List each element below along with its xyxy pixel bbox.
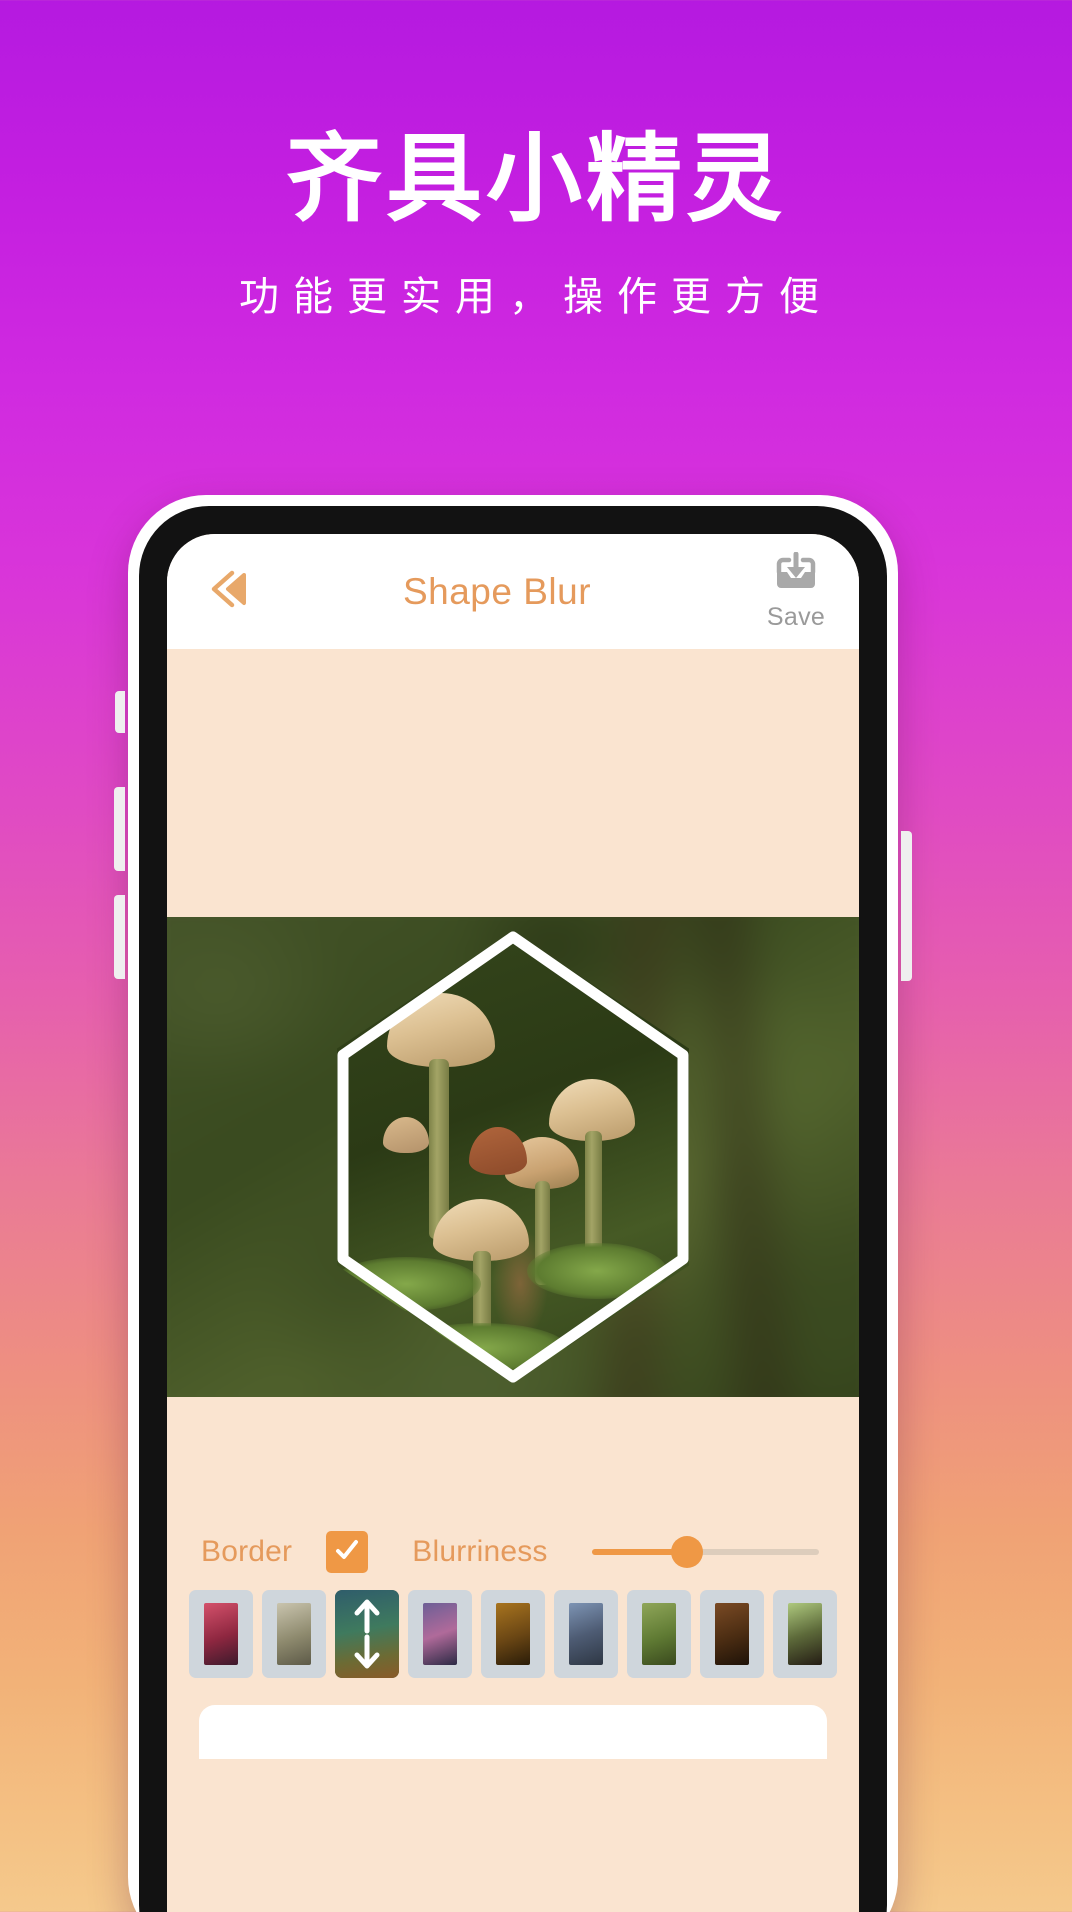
phone-volume-down-button[interactable] — [114, 895, 125, 979]
promo-title: 齐具小精灵 — [286, 126, 786, 233]
shape-thumbnail-strip[interactable] — [167, 1587, 859, 1681]
checkmark-icon — [333, 1536, 361, 1569]
blurriness-slider[interactable] — [591, 1531, 819, 1573]
shape-thumb-image — [423, 1603, 457, 1665]
shape-thumb-1[interactable] — [262, 1590, 326, 1678]
border-checkbox[interactable] — [326, 1531, 369, 1573]
shape-thumb-image — [715, 1603, 749, 1665]
shape-thumb-image — [277, 1603, 311, 1665]
phone-mute-switch[interactable] — [115, 691, 125, 733]
phone-power-button[interactable] — [901, 831, 912, 981]
shape-thumb-2[interactable] — [335, 1590, 399, 1678]
phone-screen: Shape Blur Save Border Blurriness — [167, 534, 859, 1912]
promo-subtitle: 功能更实用，操作更方便 — [239, 274, 833, 319]
slider-thumb[interactable] — [671, 1536, 704, 1568]
bottom-sheet-panel — [199, 1705, 827, 1759]
phone-bezel: Shape Blur Save Border Blurriness — [139, 506, 887, 1912]
shape-thumb-0[interactable] — [189, 1590, 253, 1678]
promo-header: 齐具小精灵 功能更实用，操作更方便 — [0, 0, 1072, 321]
shape-thumb-image — [788, 1603, 822, 1665]
phone-outer-frame: Shape Blur Save Border Blurriness — [114, 495, 912, 1912]
page-title: Shape Blur — [402, 570, 592, 612]
border-label: Border — [201, 1535, 293, 1568]
app-nav-bar: Shape Blur Save — [167, 534, 859, 649]
phone-volume-up-button[interactable] — [114, 787, 125, 871]
shape-thumb-image — [496, 1603, 530, 1665]
shape-thumb-3[interactable] — [408, 1590, 472, 1678]
save-button[interactable]: Save — [757, 551, 835, 632]
shape-thumb-8[interactable] — [773, 1590, 837, 1678]
shape-thumb-4[interactable] — [481, 1590, 545, 1678]
blurriness-label: Blurriness — [412, 1535, 548, 1568]
editor-controls: Border Blurriness — [167, 1516, 859, 1588]
shape-thumb-image — [204, 1603, 238, 1665]
save-button-label: Save — [766, 602, 826, 631]
shape-thumb-image — [642, 1603, 676, 1665]
phone-mockup: Shape Blur Save Border Blurriness — [114, 495, 912, 1912]
shape-thumb-7[interactable] — [700, 1590, 764, 1678]
shape-thumb-6[interactable] — [627, 1590, 691, 1678]
save-download-tray-icon — [771, 551, 821, 601]
reorder-arrows-icon — [335, 1590, 399, 1678]
shape-thumb-5[interactable] — [554, 1590, 618, 1678]
photo-preview[interactable] — [167, 917, 859, 1397]
editor-canvas[interactable]: Border Blurriness — [167, 649, 859, 1759]
shape-thumb-image — [569, 1603, 603, 1665]
